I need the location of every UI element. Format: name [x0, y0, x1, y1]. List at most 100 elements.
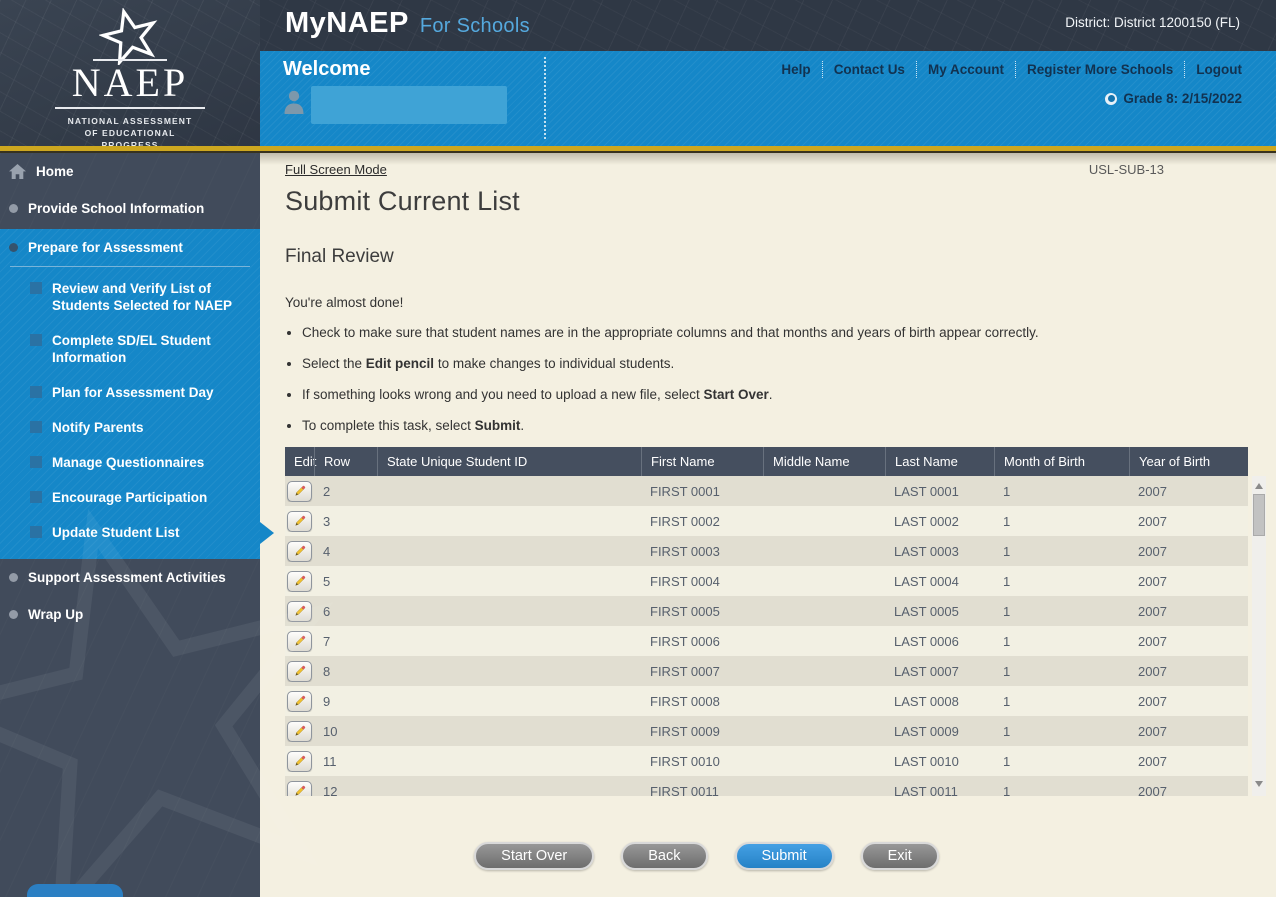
submit-button[interactable]: Submit [735, 842, 834, 870]
scroll-down-icon[interactable] [1255, 781, 1263, 787]
sidebar-item-prepare-for-assessment[interactable]: Prepare for Assessment [0, 229, 260, 266]
table-row: 5FIRST 0004LAST 000412007 [285, 566, 1248, 596]
logo-rule [55, 107, 205, 109]
cell-row: 5 [314, 574, 377, 589]
edit-button[interactable] [287, 661, 312, 682]
square-bullet-icon [30, 456, 42, 468]
instruction-item: If something looks wrong and you need to… [302, 385, 1124, 404]
cell-month-of-birth: 1 [994, 634, 1129, 649]
nav-link-help[interactable]: Help [770, 61, 821, 78]
edit-button[interactable] [287, 721, 312, 742]
edit-button[interactable] [287, 631, 312, 652]
cell-last-name: LAST 0003 [885, 544, 994, 559]
bullet-icon [9, 573, 18, 582]
cell-first-name: FIRST 0001 [641, 484, 763, 499]
sidebar-item-home[interactable]: Home [0, 153, 260, 190]
logo-caption-line: NATIONAL ASSESSMENT [68, 115, 193, 127]
edit-button[interactable] [287, 691, 312, 712]
table-row: 11FIRST 0010LAST 001012007 [285, 746, 1248, 776]
home-icon [9, 164, 26, 179]
table-row: 6FIRST 0005LAST 000512007 [285, 596, 1248, 626]
cell-row: 10 [314, 724, 377, 739]
sidebar-item-manage-questionnaires[interactable]: Manage Questionnaires [0, 445, 260, 480]
table-row: 3FIRST 0002LAST 000212007 [285, 506, 1248, 536]
sidebar-item-label: Support Assessment Activities [28, 569, 226, 586]
nav-link-logout[interactable]: Logout [1184, 61, 1242, 78]
cell-row: 12 [314, 784, 377, 797]
nav-link-register-more-schools[interactable]: Register More Schools [1015, 61, 1184, 78]
sidebar-item-label: Encourage Participation [52, 489, 207, 506]
square-bullet-icon [30, 526, 42, 538]
cell-first-name: FIRST 0008 [641, 694, 763, 709]
cell-row: 2 [314, 484, 377, 499]
sidebar-item-complete-sd-el-student-information[interactable]: Complete SD/EL Student Information [0, 323, 260, 375]
column-header-middle-name: Middle Name [763, 447, 885, 476]
cell-first-name: FIRST 0002 [641, 514, 763, 529]
bullet-icon [9, 243, 18, 252]
instruction-bold-text: Start Over [704, 387, 769, 402]
full-screen-mode-link[interactable]: Full Screen Mode [285, 162, 387, 177]
cell-first-name: FIRST 0007 [641, 664, 763, 679]
cell-month-of-birth: 1 [994, 724, 1129, 739]
exit-button[interactable]: Exit [861, 842, 939, 870]
sidebar-item-notify-parents[interactable]: Notify Parents [0, 410, 260, 445]
utility-nav: HelpContact UsMy AccountRegister More Sc… [770, 61, 1242, 78]
cell-month-of-birth: 1 [994, 694, 1129, 709]
chat-tab[interactable] [27, 884, 123, 897]
edit-button[interactable] [287, 511, 312, 532]
back-button[interactable]: Back [621, 842, 707, 870]
sidebar-item-update-student-list[interactable]: Update Student List [0, 515, 260, 550]
header-utility: HelpContact UsMy AccountRegister More Sc… [546, 51, 1276, 146]
cell-last-name: LAST 0010 [885, 754, 994, 769]
sidebar-item-encourage-participation[interactable]: Encourage Participation [0, 480, 260, 515]
nav-link-my-account[interactable]: My Account [916, 61, 1015, 78]
instruction-text: to make changes to individual students. [434, 356, 674, 371]
sidebar-item-review-and-verify-list-of-students-selected-for-naep[interactable]: Review and Verify List of Students Selec… [0, 271, 260, 323]
cell-year-of-birth: 2007 [1129, 724, 1248, 739]
nav-link-contact-us[interactable]: Contact Us [822, 61, 916, 78]
main-content: Full Screen Mode USL-SUB-13 Submit Curre… [260, 153, 1276, 897]
sidebar-item-label: Complete SD/EL Student Information [52, 332, 252, 366]
cell-row: 4 [314, 544, 377, 559]
sidebar-item-label: Notify Parents [52, 419, 144, 436]
sidebar-item-support-assessment-activities[interactable]: Support Assessment Activities [0, 559, 260, 596]
sidebar-item-label: Wrap Up [28, 606, 83, 623]
instruction-item: To complete this task, select Submit. [302, 416, 1124, 435]
naep-logo: NAEP NATIONAL ASSESSMENTOF EDUCATIONALPR… [0, 0, 260, 151]
section-title: Final Review [285, 246, 1276, 268]
sidebar-item-provide-school-information[interactable]: Provide School Information [0, 190, 260, 227]
edit-cell [285, 481, 314, 502]
edit-button[interactable] [287, 601, 312, 622]
edit-cell [285, 691, 314, 712]
cell-last-name: LAST 0002 [885, 514, 994, 529]
sidebar-item-plan-for-assessment-day[interactable]: Plan for Assessment Day [0, 375, 260, 410]
scroll-up-icon[interactable] [1255, 483, 1263, 489]
edit-button[interactable] [287, 751, 312, 772]
cell-month-of-birth: 1 [994, 544, 1129, 559]
edit-cell [285, 781, 314, 797]
pencil-icon [293, 485, 306, 498]
table-scrollbar[interactable] [1252, 476, 1266, 796]
cell-last-name: LAST 0004 [885, 574, 994, 589]
sidebar-item-wrap-up[interactable]: Wrap Up [0, 596, 260, 633]
student-table: EditRowState Unique Student IDFirst Name… [285, 447, 1266, 796]
edit-button[interactable] [287, 541, 312, 562]
grade-bullet-icon [1105, 93, 1117, 105]
gold-divider [0, 146, 1276, 153]
edit-button[interactable] [287, 781, 312, 797]
edit-button[interactable] [287, 571, 312, 592]
table-row: 10FIRST 0009LAST 000912007 [285, 716, 1248, 746]
sidebar-item-label: Review and Verify List of Students Selec… [52, 280, 252, 314]
edit-button[interactable] [287, 481, 312, 502]
square-bullet-icon [30, 421, 42, 433]
edit-cell [285, 721, 314, 742]
welcome-label: Welcome [283, 58, 544, 81]
start-over-button[interactable]: Start Over [474, 842, 594, 870]
grade-status: Grade 8: 2/15/2022 [1105, 91, 1242, 106]
pencil-icon [293, 665, 306, 678]
brand-title: MyNAEP [285, 7, 409, 40]
cell-year-of-birth: 2007 [1129, 604, 1248, 619]
scrollbar-thumb[interactable] [1253, 494, 1265, 536]
edit-cell [285, 751, 314, 772]
cell-year-of-birth: 2007 [1129, 574, 1248, 589]
